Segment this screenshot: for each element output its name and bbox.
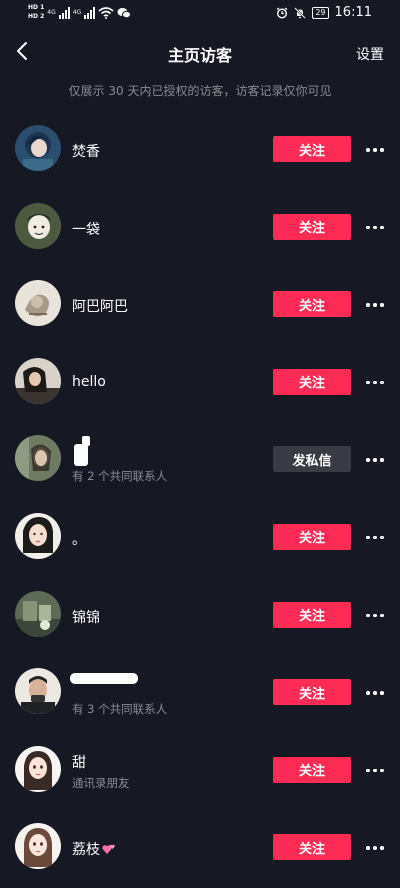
visitor-name[interactable]: 荔枝 [72,839,116,859]
redacted-name [82,436,90,447]
more-options-icon[interactable] [366,535,384,540]
redacted-name [74,444,88,467]
mute-bell-icon [294,6,307,19]
network-type-2: 4G [72,9,82,16]
hd-label-2: HD 2 [28,13,45,20]
visitor-name[interactable]: 焚香 [72,141,100,161]
more-options-icon[interactable] [366,691,384,695]
visitor-name[interactable]: 甜 [72,752,86,772]
follow-button[interactable]: 关注 [273,291,351,318]
signal-bars-icon-1 [58,6,70,19]
more-options-icon[interactable] [366,768,384,773]
visitor-name[interactable]: 阿巴阿巴 [72,296,128,316]
alarm-icon [276,7,288,19]
status-left: HD 1 HD 2 4G 4G [28,4,132,21]
status-bar: HD 1 HD 2 4G 4G 29 16:11 [0,0,400,28]
privacy-notice: 仅展示 30 天内已授权的访客，访客记录仅你可见 [68,84,332,98]
visitor-row[interactable]: 锦锦 关注 [0,576,400,654]
avatar[interactable] [15,590,61,637]
hd-indicator: HD 1 HD 2 [28,4,44,21]
visitor-subtitle: 通讯录朋友 [72,775,130,790]
avatar[interactable] [15,512,61,559]
follow-button[interactable]: 关注 [273,523,351,550]
more-options-icon[interactable] [366,613,384,618]
visitor-list: 焚香 关注 一袋 关注 阿巴阿巴 关注 hello 关注 有 2 个共同联系人 … [0,110,400,886]
visitor-row[interactable]: 一袋 关注 [0,188,400,266]
visitor-row[interactable]: 阿巴阿巴 关注 [0,265,400,343]
network-type-1: 4G [47,9,56,16]
page-title: 主页访客 [167,46,232,65]
message-button[interactable]: 发私信 [273,446,351,473]
visitor-row[interactable]: 有 3 个共同联系人 关注 [0,653,400,731]
wechat-icon [117,7,132,18]
battery-icon: 29 [312,6,329,19]
more-options-icon[interactable] [366,148,384,152]
two-hearts-icon [102,845,115,855]
follow-button[interactable]: 关注 [273,213,351,240]
visitor-name[interactable]: 锦锦 [72,607,100,627]
avatar[interactable] [15,125,61,171]
hd-label-1: HD 1 [28,4,45,11]
visitor-subtitle: 有 3 个共同联系人 [72,702,168,717]
redacted-name [70,673,138,685]
more-options-icon[interactable] [366,380,384,385]
nav-bar: 主页访客 设置 [0,30,400,74]
follow-button[interactable]: 关注 [273,368,351,395]
visitor-row[interactable]: 焚香 关注 [0,110,400,188]
follow-button[interactable]: 关注 [273,756,351,783]
avatar[interactable] [15,357,61,404]
visitor-row[interactable]: 甜 通讯录朋友 关注 [0,731,400,809]
visitor-row[interactable]: 。 关注 [0,498,400,576]
visitor-name[interactable]: 一袋 [72,219,100,239]
visitor-row[interactable]: hello 关注 [0,343,400,421]
more-options-icon[interactable] [366,846,384,850]
wifi-icon [98,6,114,19]
more-options-icon[interactable] [366,225,384,230]
follow-button[interactable]: 关注 [273,679,351,706]
avatar[interactable] [15,823,61,870]
follow-button[interactable]: 关注 [273,136,351,162]
signal-bars-icon-2 [84,6,96,19]
clock: 16:11 [334,5,372,20]
more-options-icon[interactable] [366,303,384,307]
avatar[interactable] [15,745,61,792]
avatar[interactable] [15,668,61,715]
avatar[interactable] [15,435,61,482]
settings-button[interactable]: 设置 [356,44,384,64]
visitor-name[interactable]: hello [72,374,106,390]
follow-button[interactable]: 关注 [273,601,351,628]
visitor-subtitle: 有 2 个共同联系人 [72,469,168,484]
status-right: 29 16:11 [276,5,372,20]
avatar[interactable] [15,202,61,249]
follow-button[interactable]: 关注 [273,834,351,861]
visitor-row[interactable]: 荔枝 关注 [0,808,400,886]
more-options-icon[interactable] [366,458,384,462]
visitor-name[interactable]: 。 [72,529,86,549]
visitor-name-text: 荔枝 [72,842,100,859]
visitor-row[interactable]: 有 2 个共同联系人 发私信 [0,420,400,498]
avatar[interactable] [15,280,61,327]
